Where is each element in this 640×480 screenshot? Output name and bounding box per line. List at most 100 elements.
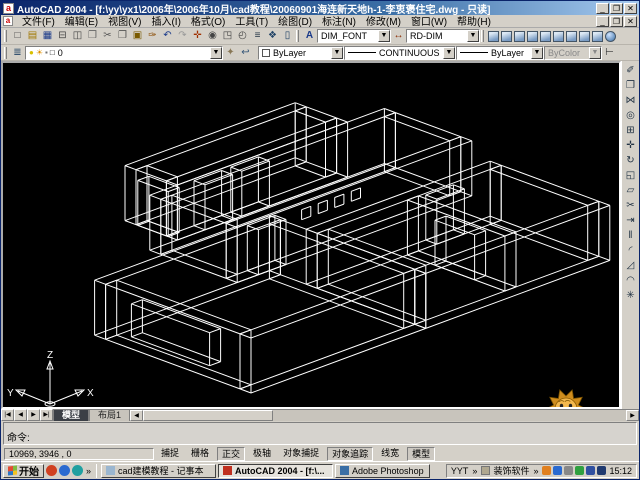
toggle-捕捉[interactable]: 捕捉 <box>157 447 183 461</box>
scroll-left-icon[interactable]: ◀ <box>130 410 144 421</box>
tray-icon-2[interactable] <box>553 466 563 475</box>
chevron-down-icon[interactable]: ▼ <box>331 46 343 59</box>
scroll-right-icon[interactable]: ▶ <box>626 410 639 421</box>
left-view-icon[interactable] <box>514 30 525 42</box>
pen-tool-icon[interactable] <box>481 466 491 475</box>
chamfer-button[interactable]: ◿ <box>623 258 638 273</box>
dim-style-combo[interactable]: RD-DIM ▼ <box>406 29 480 43</box>
toggle-对象追踪[interactable]: 对象追踪 <box>327 446 374 461</box>
layer-manager-icon[interactable]: ≣ <box>10 45 25 60</box>
top-view-icon[interactable] <box>488 30 499 42</box>
start-button[interactable]: 开始 <box>3 463 44 478</box>
plot-button[interactable]: ⊟ <box>55 28 70 44</box>
new-button[interactable]: □ <box>10 28 25 44</box>
render-view-icon[interactable] <box>605 30 616 42</box>
dim-style-icon[interactable]: ↔ <box>391 28 406 44</box>
language-indicator[interactable]: YYT <box>451 466 469 476</box>
chevron-down-icon[interactable]: ▼ <box>467 30 479 42</box>
sw-isometric-view-icon[interactable] <box>566 30 577 42</box>
offset-button[interactable]: ◎ <box>623 108 638 123</box>
text-style-combo[interactable]: DIM_FONT ▼ <box>317 29 391 43</box>
toggle-模型[interactable]: 模型 <box>407 446 436 461</box>
tray-chevron-icon[interactable]: » <box>532 466 539 476</box>
scale-button[interactable]: ◱ <box>623 168 638 183</box>
menu-item-10[interactable]: 窗口(W) <box>406 13 452 28</box>
cut-button[interactable]: ✂ <box>100 28 115 44</box>
tool-palettes-button[interactable]: ▯ <box>280 28 295 44</box>
tab-layout1[interactable]: 布局1 <box>89 409 131 421</box>
toolbar-grip[interactable] <box>4 46 7 59</box>
fillet-button[interactable]: ◠ <box>623 273 638 288</box>
undo-button[interactable]: ↶ <box>160 28 175 44</box>
menu-item-9[interactable]: 修改(M) <box>361 13 406 28</box>
tray-icon-4[interactable] <box>575 466 585 475</box>
drawing-canvas[interactable]: Z X Y <box>1 61 621 409</box>
task-button-3[interactable]: Adobe Photoshop <box>335 463 431 478</box>
desktop-shortcut-icon[interactable] <box>46 465 57 476</box>
extend-button[interactable]: ⇥ <box>623 213 638 228</box>
menu-item-7[interactable]: 绘图(D) <box>273 13 317 28</box>
redo-button[interactable]: ↷ <box>175 28 190 44</box>
command-line[interactable]: 命令: <box>3 422 637 445</box>
tray-icon-5[interactable] <box>586 466 596 475</box>
toolbar-grip[interactable] <box>296 30 299 42</box>
ne-isometric-view-icon[interactable] <box>592 30 603 42</box>
doc-restore-button[interactable]: ❐ <box>610 15 623 27</box>
chevron-down-icon[interactable]: ▼ <box>378 30 390 42</box>
tab-nav-4-icon[interactable]: ▶| <box>40 409 53 421</box>
toggle-极轴[interactable]: 极轴 <box>249 447 275 461</box>
doc-minimize-button[interactable]: _ <box>596 15 609 27</box>
open-button[interactable]: ▤ <box>25 28 40 44</box>
layer-on-icon[interactable]: ● <box>29 48 34 58</box>
stretch-button[interactable]: ▱ <box>623 183 638 198</box>
menu-item-11[interactable]: 帮助(H) <box>452 13 496 28</box>
internet-explorer-icon[interactable] <box>59 465 70 476</box>
tab-nav-3-icon[interactable]: ▶ <box>27 409 40 421</box>
toggle-栅格[interactable]: 栅格 <box>187 447 213 461</box>
menu-item-4[interactable]: 插入(I) <box>146 13 185 28</box>
break-at-point-button[interactable]: ‖ <box>623 228 638 243</box>
chevron-down-icon[interactable]: ▼ <box>531 46 543 59</box>
doc-close-button[interactable]: ✕ <box>624 15 637 27</box>
zoom-realtime-button[interactable]: ◉ <box>205 28 220 44</box>
task-button-1[interactable]: cad建模教程 - 记事本 <box>101 463 217 478</box>
menu-item-3[interactable]: 视图(V) <box>103 13 146 28</box>
toolbar-grip[interactable] <box>481 30 484 42</box>
back-view-icon[interactable] <box>553 30 564 42</box>
tab-model[interactable]: 模型 <box>53 409 90 421</box>
explode-button[interactable]: ✳ <box>623 288 638 303</box>
tray-icon-1[interactable] <box>542 466 552 475</box>
text-style-icon[interactable]: A <box>302 28 317 44</box>
bottom-view-icon[interactable] <box>501 30 512 42</box>
mirror-button[interactable]: ⋈ <box>623 93 638 108</box>
layer-freeze-icon[interactable]: ☀ <box>36 48 43 58</box>
pan-realtime-button[interactable]: ✛ <box>190 28 205 44</box>
save-button[interactable]: ▦ <box>40 28 55 44</box>
horizontal-scrollbar[interactable]: ◀ ▶ <box>130 409 639 421</box>
front-view-icon[interactable] <box>540 30 551 42</box>
trim-button[interactable]: ✂ <box>623 198 638 213</box>
minimize-button[interactable]: _ <box>596 2 609 14</box>
erase-button[interactable]: ✐ <box>623 63 638 78</box>
plot-preview-button[interactable]: ◫ <box>70 28 85 44</box>
make-layer-current-icon[interactable]: ✦ <box>223 45 238 60</box>
menu-item-8[interactable]: 标注(N) <box>317 13 361 28</box>
designcenter-button[interactable]: ❖ <box>265 28 280 44</box>
color-combo[interactable]: ByLayer ▼ <box>258 45 344 60</box>
scrollbar-thumb[interactable] <box>143 410 274 421</box>
layer-color-swatch[interactable]: □ <box>50 48 55 58</box>
publish-button[interactable]: ❒ <box>85 28 100 44</box>
linetype-combo[interactable]: CONTINUOUS ▼ <box>344 45 456 60</box>
copy-clip-button[interactable]: ❐ <box>115 28 130 44</box>
tab-nav-1-icon[interactable]: |◀ <box>1 409 14 421</box>
tray-icon-6[interactable] <box>597 466 607 475</box>
menu-item-2[interactable]: 编辑(E) <box>60 13 103 28</box>
array-button[interactable]: ⊞ <box>623 123 638 138</box>
toggle-正交[interactable]: 正交 <box>217 446 246 461</box>
quicklaunch-chevron-icon[interactable]: » <box>85 466 92 476</box>
layer-previous-icon[interactable]: ↩ <box>238 45 253 60</box>
tray-chevron-icon[interactable]: » <box>471 466 478 476</box>
copy-button[interactable]: ❐ <box>623 78 638 93</box>
menu-item-5[interactable]: 格式(O) <box>186 13 230 28</box>
zoom-window-button[interactable]: ◳ <box>220 28 235 44</box>
